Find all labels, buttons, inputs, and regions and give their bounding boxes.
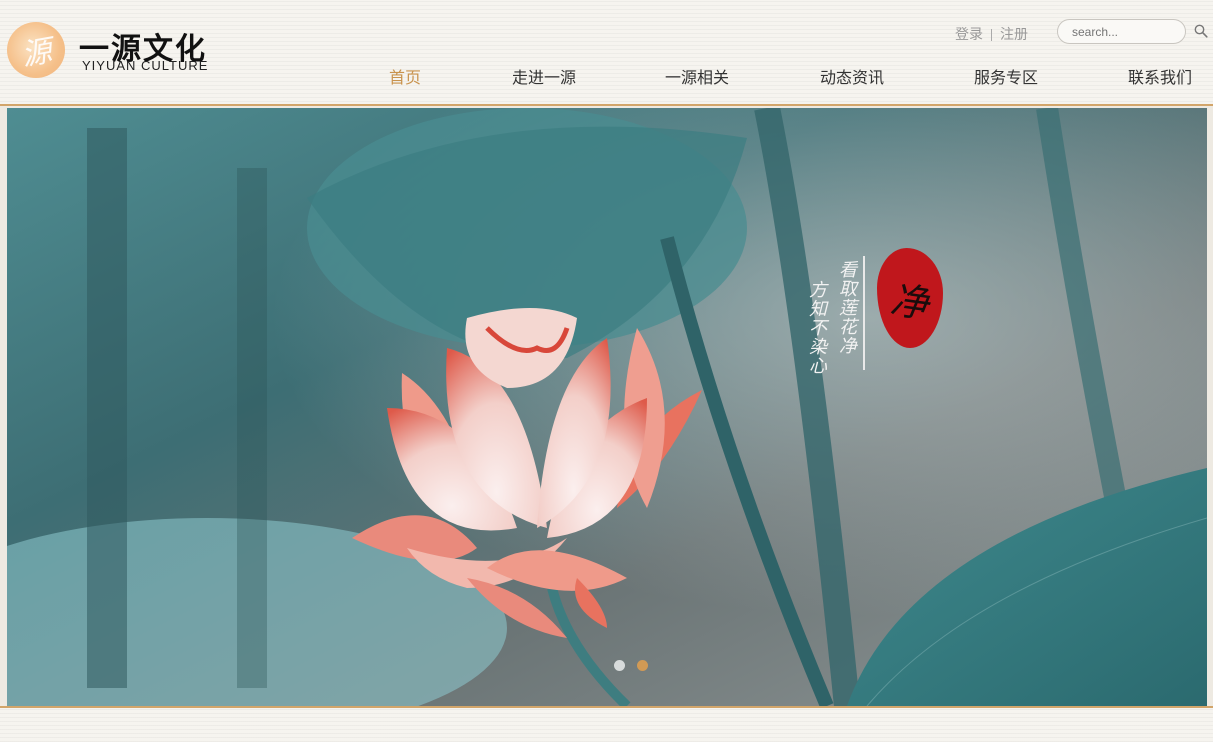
lotus-illustration [7, 108, 1207, 706]
banner-image[interactable]: 看取莲花净 方知不染心 净 [7, 108, 1207, 706]
poem-line-2: 方知不染心 [806, 280, 827, 375]
nav-related[interactable]: 一源相关 [665, 64, 729, 88]
main-nav: 首页 走进一源 一源相关 动态资讯 服务专区 联系我们 [0, 64, 1213, 88]
slider-pagination [614, 660, 648, 671]
nav-news[interactable]: 动态资讯 [820, 64, 884, 88]
register-link[interactable]: 注册 [1000, 27, 1028, 43]
search-icon[interactable] [1194, 24, 1208, 38]
poem-line-1: 看取莲花净 [836, 260, 857, 355]
red-seal-char: 净 [887, 277, 932, 326]
site-header: 源 一源文化 YIYUAN CULTURE 登录注册 首页 走进一源 一源相关 … [0, 0, 1213, 104]
hero-banner: 看取莲花净 方知不染心 净 [0, 104, 1213, 708]
nav-services[interactable]: 服务专区 [974, 64, 1038, 88]
nav-contact[interactable]: 联系我们 [1128, 64, 1192, 88]
nav-about[interactable]: 走进一源 [512, 64, 576, 88]
slide-dot-1[interactable] [614, 660, 625, 671]
banner-poem: 看取莲花净 方知不染心 [806, 260, 857, 375]
link-divider [991, 29, 992, 41]
nav-home[interactable]: 首页 [389, 64, 421, 88]
login-link[interactable]: 登录 [955, 27, 983, 43]
poem-divider [863, 256, 865, 370]
search-input[interactable] [1057, 19, 1186, 44]
slide-dot-2[interactable] [637, 660, 648, 671]
account-links: 登录 注册 [955, 24, 1028, 44]
